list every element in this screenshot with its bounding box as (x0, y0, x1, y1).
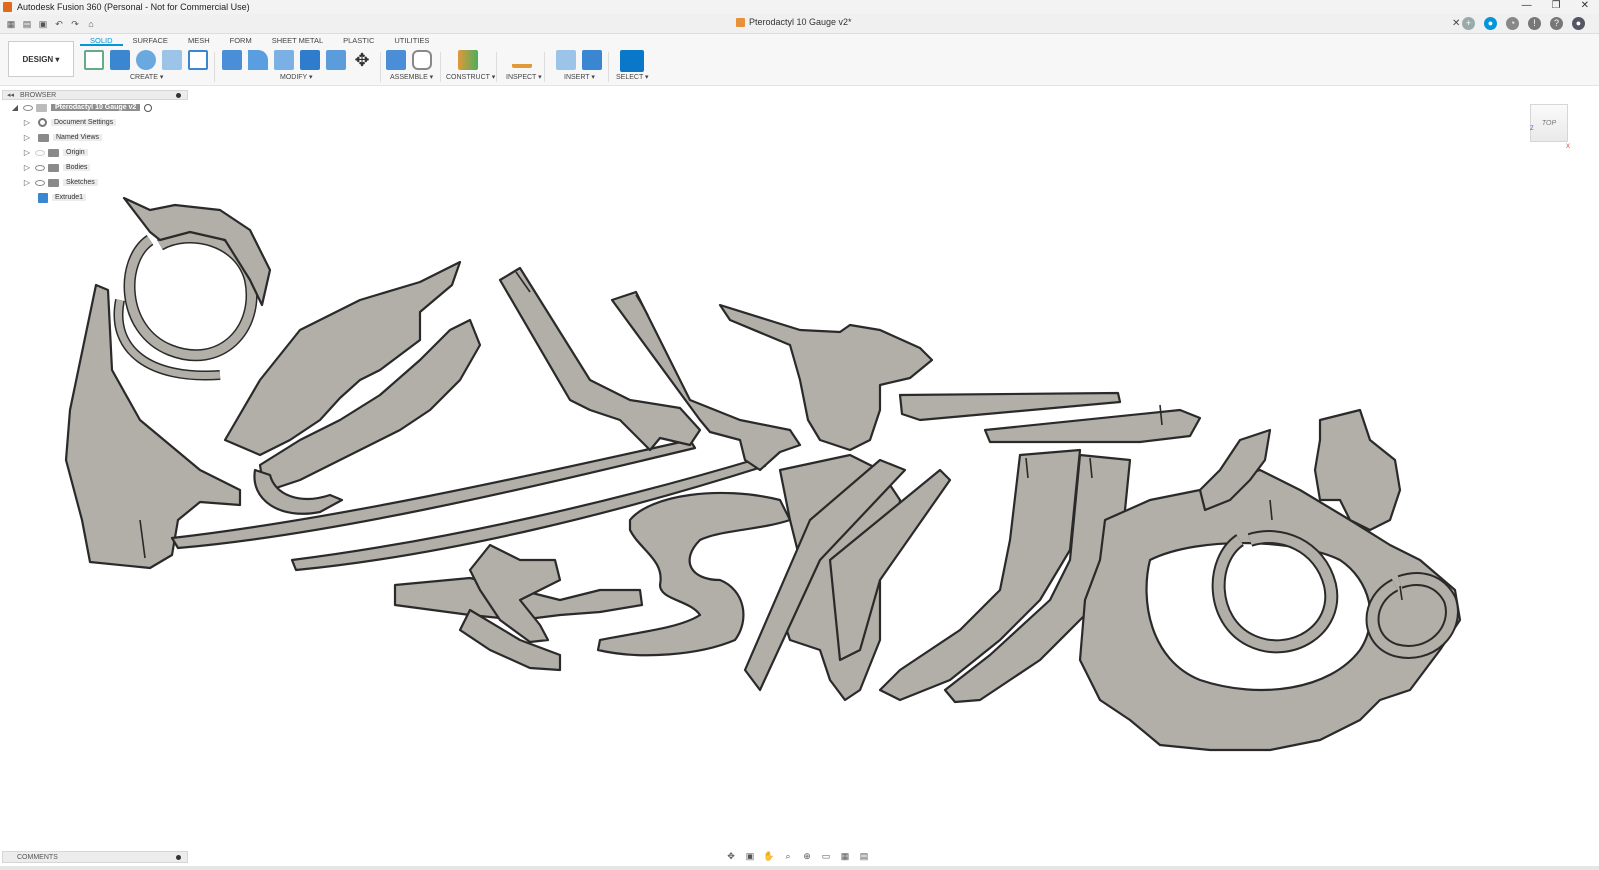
viewports-icon[interactable]: ▤ (857, 850, 871, 862)
new-tab-icon[interactable]: + (1462, 17, 1475, 30)
construct-menu[interactable]: CONSTRUCT ▾ (446, 73, 495, 81)
ribbon-toolbar: DESIGN ▾ SOLID SURFACE MESH FORM SHEET M… (0, 34, 1599, 86)
close-window-button[interactable]: ✕ (1581, 0, 1589, 11)
revolve-icon[interactable] (136, 50, 156, 70)
separator (214, 52, 215, 82)
quick-access-right: + ● ◔ ! ? ● (1462, 17, 1585, 30)
create-menu[interactable]: CREATE ▾ (130, 73, 163, 81)
skull-piece (64, 283, 242, 570)
document-tab[interactable]: Pterodactyl 10 Gauge v2* (736, 17, 852, 27)
fillet-icon[interactable] (248, 50, 268, 70)
look-at-icon[interactable]: ▣ (743, 850, 757, 862)
user-avatar-icon[interactable]: ● (1572, 17, 1585, 30)
joint-icon[interactable] (412, 50, 432, 70)
ribbon-tabs: SOLID SURFACE MESH FORM SHEET METAL PLAS… (80, 36, 439, 46)
document-cube-icon (736, 17, 745, 27)
hole-icon[interactable] (162, 50, 182, 70)
navigation-bar: ✥ ▣ ✋ ⌕ ⊕ ▭ ▦ ▤ (724, 850, 871, 862)
measure-icon[interactable] (512, 54, 532, 68)
insert-derive-icon[interactable] (556, 50, 576, 70)
document-tab-title: Pterodactyl 10 Gauge v2* (749, 17, 852, 27)
create-sketch-icon[interactable] (84, 50, 104, 70)
fusion-logo-icon (3, 2, 12, 12)
select-menu[interactable]: SELECT ▾ (616, 73, 649, 81)
file-menu-icon[interactable]: ▤ (22, 19, 32, 29)
grid-settings-icon[interactable]: ▦ (838, 850, 852, 862)
assemble-menu[interactable]: ASSEMBLE ▾ (390, 73, 433, 81)
separator (380, 52, 381, 82)
extrude-icon[interactable] (110, 50, 130, 70)
quick-access-bar: ▦ ▤ ▣ ↶ ↷ ⌂ Pterodactyl 10 Gauge v2* ✕ +… (0, 14, 1599, 34)
new-component-icon[interactable] (386, 50, 406, 70)
body-strut-1 (898, 391, 1122, 422)
separator (608, 52, 609, 82)
redo-icon[interactable]: ↷ (70, 19, 80, 29)
body-strut-2 (983, 408, 1202, 444)
help-icon[interactable]: ? (1550, 17, 1563, 30)
tab-plastic[interactable]: PLASTIC (333, 36, 384, 46)
undo-icon[interactable]: ↶ (54, 19, 64, 29)
window-title: Autodesk Fusion 360 (Personal - Not for … (17, 2, 250, 12)
separator (544, 52, 545, 82)
offset-plane-icon[interactable] (458, 50, 478, 70)
extensions-icon[interactable]: ● (1484, 17, 1497, 30)
window-controls: — ❐ ✕ (1522, 0, 1589, 11)
split-body-icon[interactable] (326, 50, 346, 70)
wing-arm-piece-2 (610, 290, 802, 472)
save-icon[interactable]: ▣ (38, 19, 48, 29)
maximize-button[interactable]: ❐ (1552, 0, 1561, 11)
insert-menu[interactable]: INSERT ▾ (564, 73, 595, 81)
tab-surface[interactable]: SURFACE (123, 36, 178, 46)
select-arrow-icon[interactable] (620, 50, 644, 72)
tab-mesh[interactable]: MESH (178, 36, 220, 46)
shell-icon[interactable] (274, 50, 294, 70)
workspace-switcher-button[interactable]: DESIGN ▾ (8, 41, 74, 77)
tab-solid[interactable]: SOLID (80, 36, 123, 46)
inspect-menu[interactable]: INSPECT ▾ (506, 73, 542, 81)
press-pull-icon[interactable] (222, 50, 242, 70)
pan-icon[interactable]: ✋ (762, 850, 776, 862)
tab-sheet-metal[interactable]: SHEET METAL (262, 36, 333, 46)
display-settings-icon[interactable]: ▭ (819, 850, 833, 862)
tab-utilities[interactable]: UTILITIES (384, 36, 439, 46)
comments-pin-icon[interactable] (176, 855, 181, 860)
fit-icon[interactable]: ⊕ (800, 850, 814, 862)
combine-icon[interactable] (300, 50, 320, 70)
ribcage-hole (1145, 541, 1372, 692)
app-grid-icon[interactable]: ▦ (6, 19, 16, 29)
pattern-icon[interactable] (188, 50, 208, 70)
modify-menu[interactable]: MODIFY ▾ (280, 73, 313, 81)
home-icon[interactable]: ⌂ (86, 19, 96, 29)
comments-panel[interactable]: COMMENTS (2, 851, 188, 863)
design-canvas[interactable] (0, 86, 1599, 836)
tab-form[interactable]: FORM (220, 36, 262, 46)
comments-label: COMMENTS (17, 853, 58, 861)
zoom-icon[interactable]: ⌕ (781, 850, 795, 862)
separator (440, 52, 441, 82)
title-bar: Autodesk Fusion 360 (Personal - Not for … (0, 0, 1599, 14)
wing-bone-long-1 (170, 438, 697, 550)
close-tab-icon[interactable]: ✕ (1452, 18, 1460, 29)
minimize-button[interactable]: — (1522, 0, 1532, 11)
move-icon[interactable]: ✥ (352, 50, 372, 70)
status-bar (0, 866, 1599, 870)
orbit-icon[interactable]: ✥ (724, 850, 738, 862)
notifications-icon[interactable]: ! (1528, 17, 1541, 30)
job-status-icon[interactable]: ◔ (1506, 17, 1519, 30)
insert-image-icon[interactable] (582, 50, 602, 70)
separator (496, 52, 497, 82)
